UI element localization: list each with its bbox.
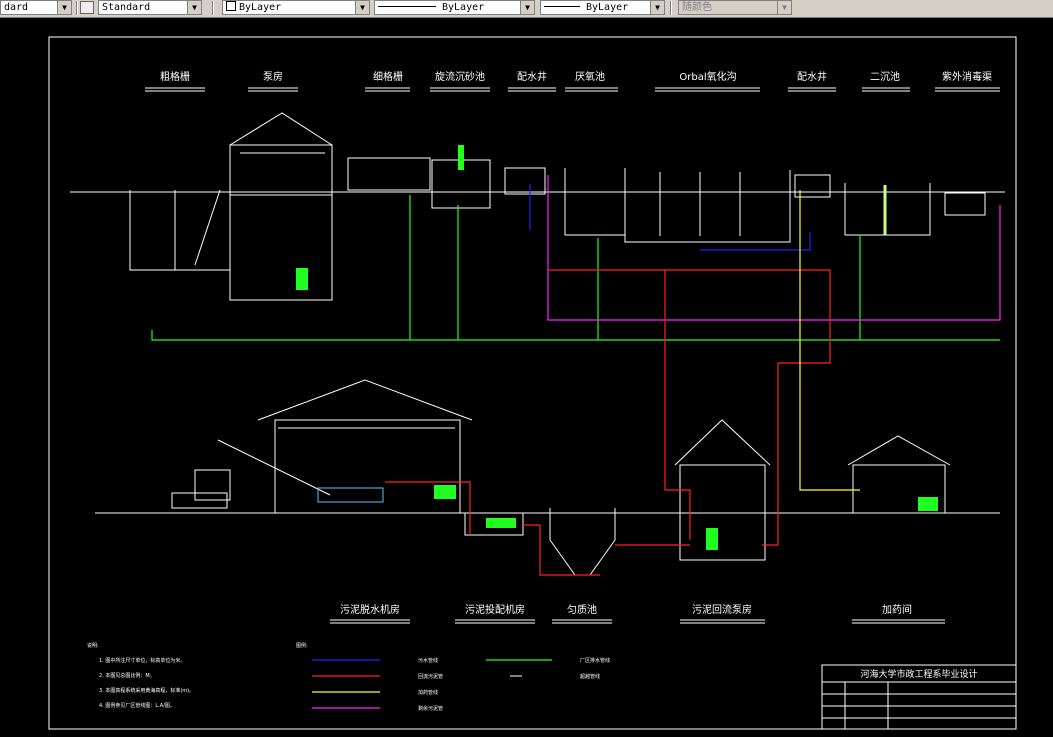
toolbar-separator	[670, 1, 672, 15]
label-uv-channel: 紫外消毒渠	[942, 70, 992, 83]
legend-label: 剩余污泥管	[418, 705, 443, 712]
titleblock-title: 河海大学市政工程系毕业设计	[860, 668, 977, 680]
chevron-down-icon[interactable]: ▼	[520, 1, 534, 14]
dimension-style-select[interactable]: Standard ▼	[98, 0, 202, 15]
label-dewatering-room: 污泥脱水机房	[340, 603, 400, 616]
label-coarse-screen: 粗格栅	[160, 70, 190, 83]
label-distribution-well-2: 配水井	[797, 70, 827, 83]
uv-channel	[944, 192, 986, 216]
color-value: ByLayer	[239, 2, 282, 13]
legend-label: 加药管线	[418, 689, 438, 696]
orbal-ditch	[624, 170, 791, 243]
lineweight-select[interactable]: ByLayer ▼	[540, 0, 665, 15]
feed-pump-icon	[486, 518, 516, 528]
label-dosing-house: 加药间	[882, 603, 912, 616]
dosing-house-roof	[847, 435, 951, 466]
dosing-tank-icon	[918, 497, 938, 511]
drawing-frame	[48, 36, 1017, 730]
sludge-return-line	[548, 269, 831, 546]
label-grit-chamber: 旋流沉砂池	[435, 70, 485, 83]
label-fine-screen: 细格栅	[373, 70, 403, 83]
notes: 说明: 1. 图中所注尺寸单位，标高单位为米。 2. 本图见总图比例：M。 3.…	[87, 642, 194, 709]
text-style-value: dard	[4, 2, 29, 13]
dewatering-building	[274, 419, 461, 514]
secondary-clarifier	[844, 183, 931, 236]
text-style-select[interactable]: dard ▼	[0, 0, 72, 15]
coarse-screen-chamber	[129, 190, 231, 271]
notes-title: 说明:	[87, 642, 99, 649]
drain-main-line	[151, 330, 1000, 341]
excess-sludge-line	[547, 175, 1001, 321]
legend: 图例: 污水管线 回流污泥管 加药管线 剩余污泥管 厂区排水管线 超越管线	[296, 642, 610, 712]
sludge-hopper	[194, 469, 231, 501]
coarse-screen-bar	[194, 189, 221, 266]
linetype-value: ByLayer	[442, 2, 485, 13]
homogenization-tank	[549, 508, 616, 576]
grit-mixer-icon	[458, 145, 464, 170]
label-distribution-well-1: 配水井	[517, 70, 547, 83]
color-swatch-icon	[226, 1, 236, 11]
legend-label: 超越管线	[580, 673, 600, 680]
sludge-return-line	[664, 270, 691, 540]
sludge-feed-line	[523, 524, 600, 576]
top-labels: 粗格栅 泵房 细格栅 旋流沉砂池 配水井 厌氧池 Orbal氧化沟 配水井 二沉…	[160, 70, 992, 83]
top-label-underlines	[145, 87, 1000, 92]
note-line: 4. 图例参见厂区管线图：L.A/图。	[99, 702, 175, 709]
distribution-well-1	[504, 167, 546, 195]
anaerobic-tank	[564, 168, 626, 236]
toolbar-separator	[76, 1, 78, 15]
legend-label: 污水管线	[418, 657, 438, 664]
linetype-select[interactable]: ByLayer ▼	[374, 0, 535, 15]
label-orbal-ditch: Orbal氧化沟	[679, 70, 736, 83]
label-homogenization-tank: 匀质池	[567, 603, 597, 616]
chevron-down-icon[interactable]: ▼	[355, 1, 369, 14]
legend-title: 图例:	[296, 642, 308, 649]
lineweight-value: ByLayer	[586, 2, 629, 13]
plot-style-select: 随颜色 ▼	[678, 0, 792, 15]
dewatering-roof	[257, 379, 473, 421]
label-secondary-clarifier: 二沉池	[870, 70, 900, 83]
dimension-style-value: Standard	[102, 2, 151, 13]
legend-label: 回流污泥管	[418, 673, 443, 680]
bottom-labels: 污泥脱水机房 污泥投配机房 匀质池 污泥回流泵房 加药间	[340, 603, 912, 616]
label-pump-house: 泵房	[263, 70, 283, 83]
pump-house	[229, 144, 333, 301]
chevron-down-icon[interactable]: ▼	[57, 1, 71, 14]
pump-icon	[296, 268, 308, 290]
pump-house-roof	[229, 112, 333, 146]
bottom-label-underlines	[330, 619, 945, 624]
label-sludge-feed-room: 污泥投配机房	[465, 603, 525, 616]
lineweight-sample-icon	[544, 6, 580, 7]
chevron-down-icon[interactable]: ▼	[650, 1, 664, 14]
color-select[interactable]: ByLayer ▼	[222, 0, 370, 15]
note-line: 3. 本图高程系统采用黄海高程，标准(m)。	[99, 687, 194, 694]
sludge-feed-line	[385, 481, 471, 535]
drawing-canvas[interactable]: 粗格栅 泵房 细格栅 旋流沉砂池 配水井 厌氧池 Orbal氧化沟 配水井 二沉…	[0, 18, 1053, 737]
dimension-style-icon[interactable]	[80, 1, 94, 14]
conveyor	[217, 439, 331, 496]
belt-press-icon	[317, 487, 384, 503]
label-return-pump-house: 污泥回流泵房	[692, 603, 752, 616]
fine-screen	[347, 157, 431, 191]
return-pump-icon	[706, 528, 718, 550]
label-anaerobic-tank: 厌氧池	[575, 70, 605, 83]
note-line: 2. 本图见总图比例：M。	[99, 672, 155, 679]
note-line: 1. 图中所注尺寸单位，标高单位为米。	[99, 657, 185, 664]
linetype-sample-icon	[378, 6, 436, 7]
wastewater-line	[700, 232, 811, 251]
property-toolbar: dard ▼ Standard ▼ ByLayer ▼ ByLayer ▼ By…	[0, 0, 1053, 18]
chevron-down-icon[interactable]: ▼	[187, 1, 201, 14]
plot-style-value: 随颜色	[682, 2, 712, 13]
legend-label: 厂区排水管线	[580, 657, 610, 664]
chevron-down-icon: ▼	[777, 1, 791, 14]
dewatering-tank-icon	[434, 485, 456, 499]
toolbar-separator	[212, 1, 214, 15]
return-pump-house-roof	[674, 419, 771, 466]
